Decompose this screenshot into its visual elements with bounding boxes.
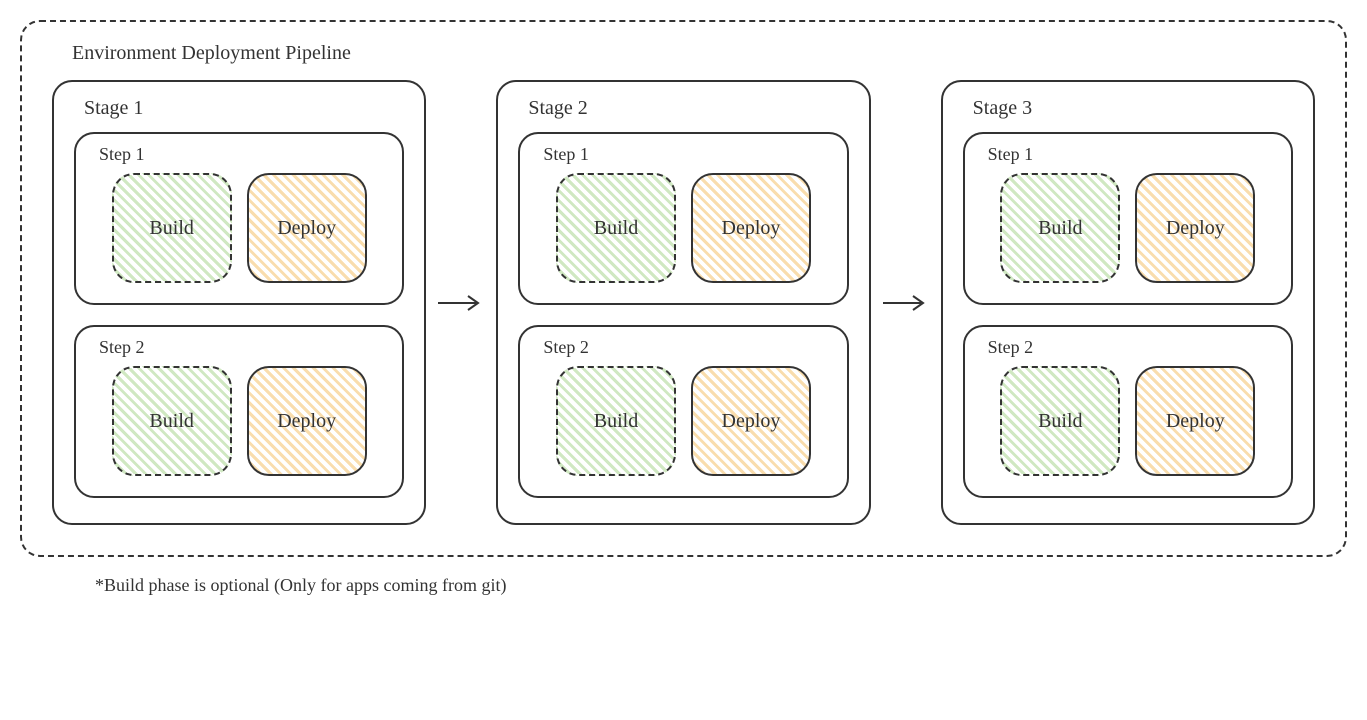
deploy-phase: Deploy — [1135, 366, 1255, 476]
stage-box-3: Stage 3 Step 1 Build Deploy Step 2 Build… — [941, 80, 1315, 525]
deploy-phase: Deploy — [247, 173, 367, 283]
stage-box-2: Stage 2 Step 1 Build Deploy Step 2 Build… — [496, 80, 870, 525]
step-box: Step 1 Build Deploy — [963, 132, 1293, 305]
build-label: Build — [1038, 410, 1082, 433]
step-title: Step 2 — [988, 337, 1276, 358]
build-label: Build — [1038, 217, 1082, 240]
arrow-icon — [436, 293, 486, 313]
step-box: Step 2 Build Deploy — [518, 325, 848, 498]
step-title: Step 2 — [543, 337, 831, 358]
deploy-label: Deploy — [277, 410, 336, 433]
stage-box-1: Stage 1 Step 1 Build Deploy Step 2 Build… — [52, 80, 426, 525]
phase-row: Build Deploy — [535, 173, 831, 283]
build-phase: Build — [112, 173, 232, 283]
phase-row: Build Deploy — [980, 173, 1276, 283]
build-label: Build — [149, 217, 193, 240]
pipeline-container: Environment Deployment Pipeline Stage 1 … — [20, 20, 1347, 557]
build-phase: Build — [112, 366, 232, 476]
phase-row: Build Deploy — [91, 173, 387, 283]
phase-row: Build Deploy — [91, 366, 387, 476]
step-box: Step 1 Build Deploy — [74, 132, 404, 305]
deploy-label: Deploy — [1166, 410, 1225, 433]
phase-row: Build Deploy — [980, 366, 1276, 476]
footnote: *Build phase is optional (Only for apps … — [95, 575, 1347, 596]
deploy-label: Deploy — [277, 217, 336, 240]
build-phase: Build — [556, 173, 676, 283]
step-title: Step 1 — [543, 144, 831, 165]
deploy-label: Deploy — [722, 217, 781, 240]
build-phase: Build — [1000, 366, 1120, 476]
deploy-label: Deploy — [722, 410, 781, 433]
build-phase: Build — [556, 366, 676, 476]
step-title: Step 1 — [99, 144, 387, 165]
deploy-phase: Deploy — [691, 173, 811, 283]
stage-title: Stage 3 — [973, 97, 1293, 120]
pipeline-title: Environment Deployment Pipeline — [72, 42, 1315, 65]
build-phase: Build — [1000, 173, 1120, 283]
stage-title: Stage 2 — [528, 97, 848, 120]
build-label: Build — [594, 217, 638, 240]
stage-title: Stage 1 — [84, 97, 404, 120]
build-label: Build — [149, 410, 193, 433]
deploy-phase: Deploy — [691, 366, 811, 476]
step-box: Step 2 Build Deploy — [963, 325, 1293, 498]
step-box: Step 2 Build Deploy — [74, 325, 404, 498]
arrow-icon — [881, 293, 931, 313]
step-box: Step 1 Build Deploy — [518, 132, 848, 305]
phase-row: Build Deploy — [535, 366, 831, 476]
deploy-label: Deploy — [1166, 217, 1225, 240]
step-title: Step 1 — [988, 144, 1276, 165]
deploy-phase: Deploy — [1135, 173, 1255, 283]
deploy-phase: Deploy — [247, 366, 367, 476]
step-title: Step 2 — [99, 337, 387, 358]
build-label: Build — [594, 410, 638, 433]
stages-row: Stage 1 Step 1 Build Deploy Step 2 Build… — [52, 80, 1315, 525]
